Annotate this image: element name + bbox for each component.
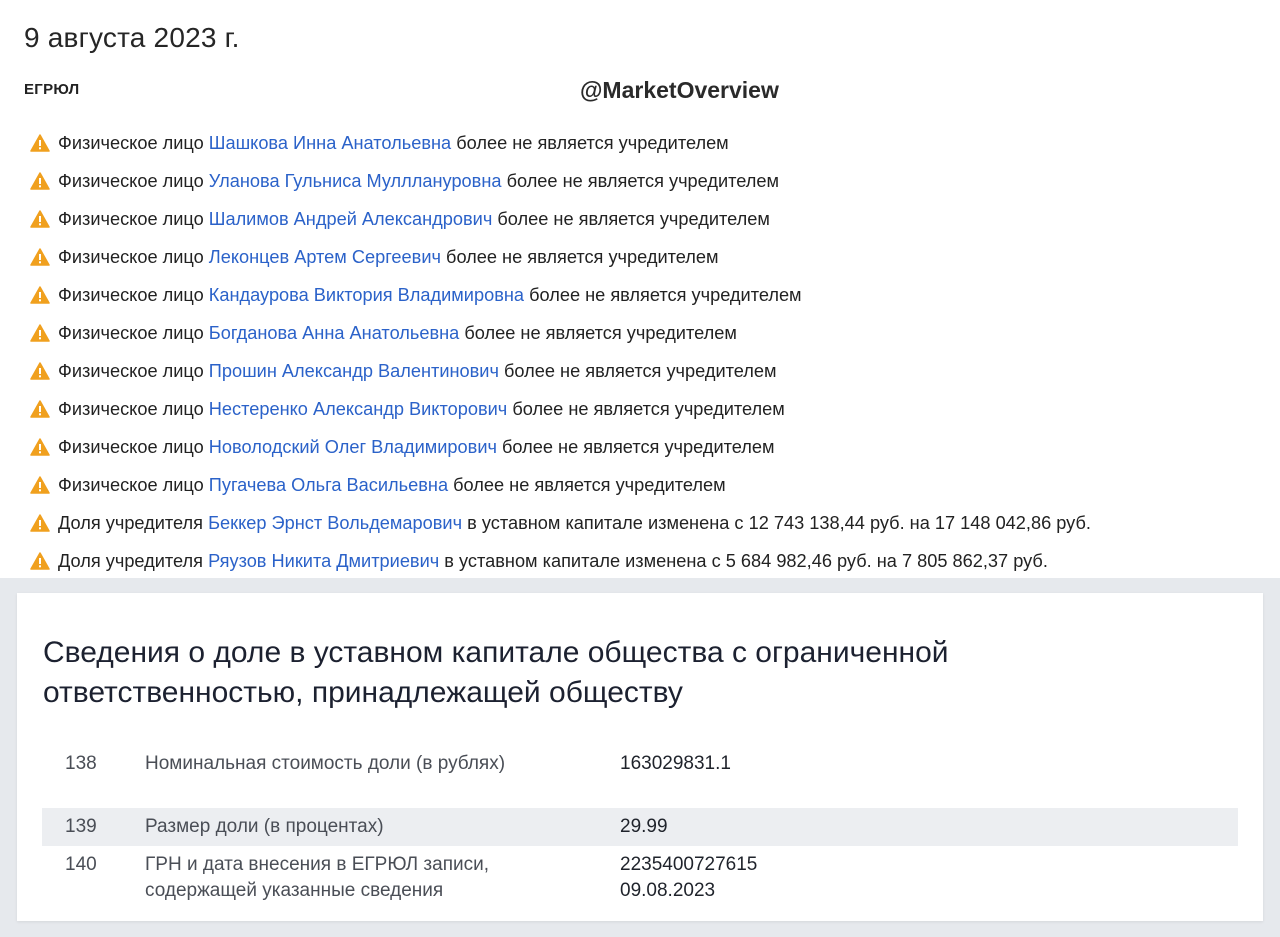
event-prefix: Физическое лицо	[58, 132, 204, 153]
event-item: Физическое лицо Пугачева Ольга Васильевн…	[30, 466, 1091, 504]
event-suffix: более не является учредителем	[504, 360, 777, 381]
event-prefix: Доля учредителя	[58, 550, 204, 571]
event-suffix: более не является учредителем	[453, 474, 726, 495]
person-link[interactable]: Пугачева Ольга Васильевна	[209, 475, 448, 496]
warning-icon	[30, 286, 50, 304]
person-link[interactable]: Шалимов Андрей Александрович	[209, 209, 493, 230]
warning-icon	[30, 324, 50, 342]
person-link[interactable]: Ряузов Никита Дмитриевич	[208, 551, 439, 572]
event-prefix: Физическое лицо	[58, 246, 204, 267]
event-prefix: Физическое лицо	[58, 208, 204, 229]
watermark: @MarketOverview	[580, 77, 779, 103]
row-label: ГРН и дата внесения в ЕГРЮЛ записи, соде…	[145, 854, 489, 901]
event-item: Физическое лицо Шалимов Андрей Александр…	[30, 200, 1091, 238]
person-link[interactable]: Леконцев Артем Сергеевич	[209, 247, 441, 268]
event-prefix: Физическое лицо	[58, 322, 204, 343]
row-label: Размер доли (в процентах)	[145, 816, 384, 837]
warning-icon	[30, 438, 50, 456]
event-prefix: Физическое лицо	[58, 436, 204, 457]
warning-icon	[30, 400, 50, 418]
event-item: Доля учредителя Ряузов Никита Дмитриевич…	[30, 542, 1091, 580]
event-suffix: более не является учредителем	[506, 170, 780, 191]
warning-icon	[30, 248, 50, 266]
person-link[interactable]: Уланова Гульниса Мулллануровна	[209, 171, 502, 192]
row-number: 138	[65, 753, 97, 774]
warning-icon	[30, 476, 50, 494]
event-prefix: Физическое лицо	[58, 170, 204, 191]
share-info-card: Сведения о доле в уставном капитале обще…	[17, 593, 1263, 921]
table-row: 138 Номинальная стоимость доли (в рублях…	[42, 738, 1238, 808]
row-value: 2235400727615 09.08.2023	[620, 852, 1238, 916]
event-item: Физическое лицо Уланова Гульниса Мулллан…	[30, 162, 1091, 200]
table-row: 139 Размер доли (в процентах) 29.99	[42, 808, 1238, 846]
event-item: Физическое лицо Нестеренко Александр Вик…	[30, 390, 1091, 428]
warning-icon	[30, 514, 50, 532]
warning-icon	[30, 552, 50, 570]
event-item: Доля учредителя Беккер Эрнст Вольдемаров…	[30, 504, 1091, 542]
card-title: Сведения о доле в уставном капитале обще…	[43, 636, 949, 709]
person-link[interactable]: Нестеренко Александр Викторович	[209, 399, 507, 420]
person-link[interactable]: Шашкова Инна Анатольевна	[209, 133, 451, 154]
event-suffix: более не является учредителем	[502, 436, 775, 457]
row-number: 140	[65, 854, 97, 875]
row-value-line: 09.08.2023	[620, 880, 716, 901]
event-suffix: более не является учредителем	[456, 132, 729, 153]
event-prefix: Физическое лицо	[58, 474, 204, 495]
person-link[interactable]: Прошин Александр Валентинович	[209, 361, 499, 382]
event-prefix: Физическое лицо	[58, 284, 204, 305]
warning-icon	[30, 210, 50, 228]
person-link[interactable]: Новолодский Олег Владимирович	[209, 437, 497, 458]
registry-label: ЕГРЮЛ	[24, 81, 80, 98]
event-suffix: в уставном капитале изменена с 5 684 982…	[444, 550, 1048, 571]
row-label: Номинальная стоимость доли (в рублях)	[145, 753, 506, 774]
event-item: Физическое лицо Богданова Анна Анатольев…	[30, 314, 1091, 352]
info-table: 138 Номинальная стоимость доли (в рублях…	[42, 738, 1238, 916]
row-value: 29.99	[620, 814, 1238, 840]
event-list: Физическое лицо Шашкова Инна Анатольевна…	[30, 124, 1091, 580]
event-suffix: более не является учредителем	[529, 284, 802, 305]
event-date: 9 августа 2023 г.	[24, 22, 240, 53]
person-link[interactable]: Беккер Эрнст Вольдемарович	[208, 513, 462, 534]
event-item: Физическое лицо Леконцев Артем Сергеевич…	[30, 238, 1091, 276]
event-suffix: более не является учредителем	[497, 208, 770, 229]
row-value-line: 29.99	[620, 816, 668, 837]
row-value: 163029831.1	[620, 751, 1238, 808]
table-row: 140 ГРН и дата внесения в ЕГРЮЛ записи, …	[42, 846, 1238, 916]
warning-icon	[30, 172, 50, 190]
event-suffix: в уставном капитале изменена с 12 743 13…	[467, 512, 1091, 533]
warning-icon	[30, 134, 50, 152]
event-item: Физическое лицо Шашкова Инна Анатольевна…	[30, 124, 1091, 162]
row-number: 139	[65, 816, 97, 837]
person-link[interactable]: Богданова Анна Анатольевна	[209, 323, 460, 344]
person-link[interactable]: Кандаурова Виктория Владимировна	[209, 285, 524, 306]
row-value-line: 2235400727615	[620, 854, 758, 875]
event-prefix: Доля учредителя	[58, 512, 204, 533]
event-prefix: Физическое лицо	[58, 398, 204, 419]
events-section: 9 августа 2023 г. ЕГРЮЛ @MarketOverview …	[0, 0, 1280, 578]
event-item: Физическое лицо Новолодский Олег Владими…	[30, 428, 1091, 466]
share-info-panel: Сведения о доле в уставном капитале обще…	[0, 578, 1280, 937]
event-item: Физическое лицо Прошин Александр Валенти…	[30, 352, 1091, 390]
event-item: Физическое лицо Кандаурова Виктория Влад…	[30, 276, 1091, 314]
warning-icon	[30, 362, 50, 380]
event-suffix: более не является учредителем	[446, 246, 719, 267]
event-suffix: более не является учредителем	[464, 322, 737, 343]
event-prefix: Физическое лицо	[58, 360, 204, 381]
event-suffix: более не является учредителем	[512, 398, 785, 419]
row-value-line: 163029831.1	[620, 753, 731, 774]
